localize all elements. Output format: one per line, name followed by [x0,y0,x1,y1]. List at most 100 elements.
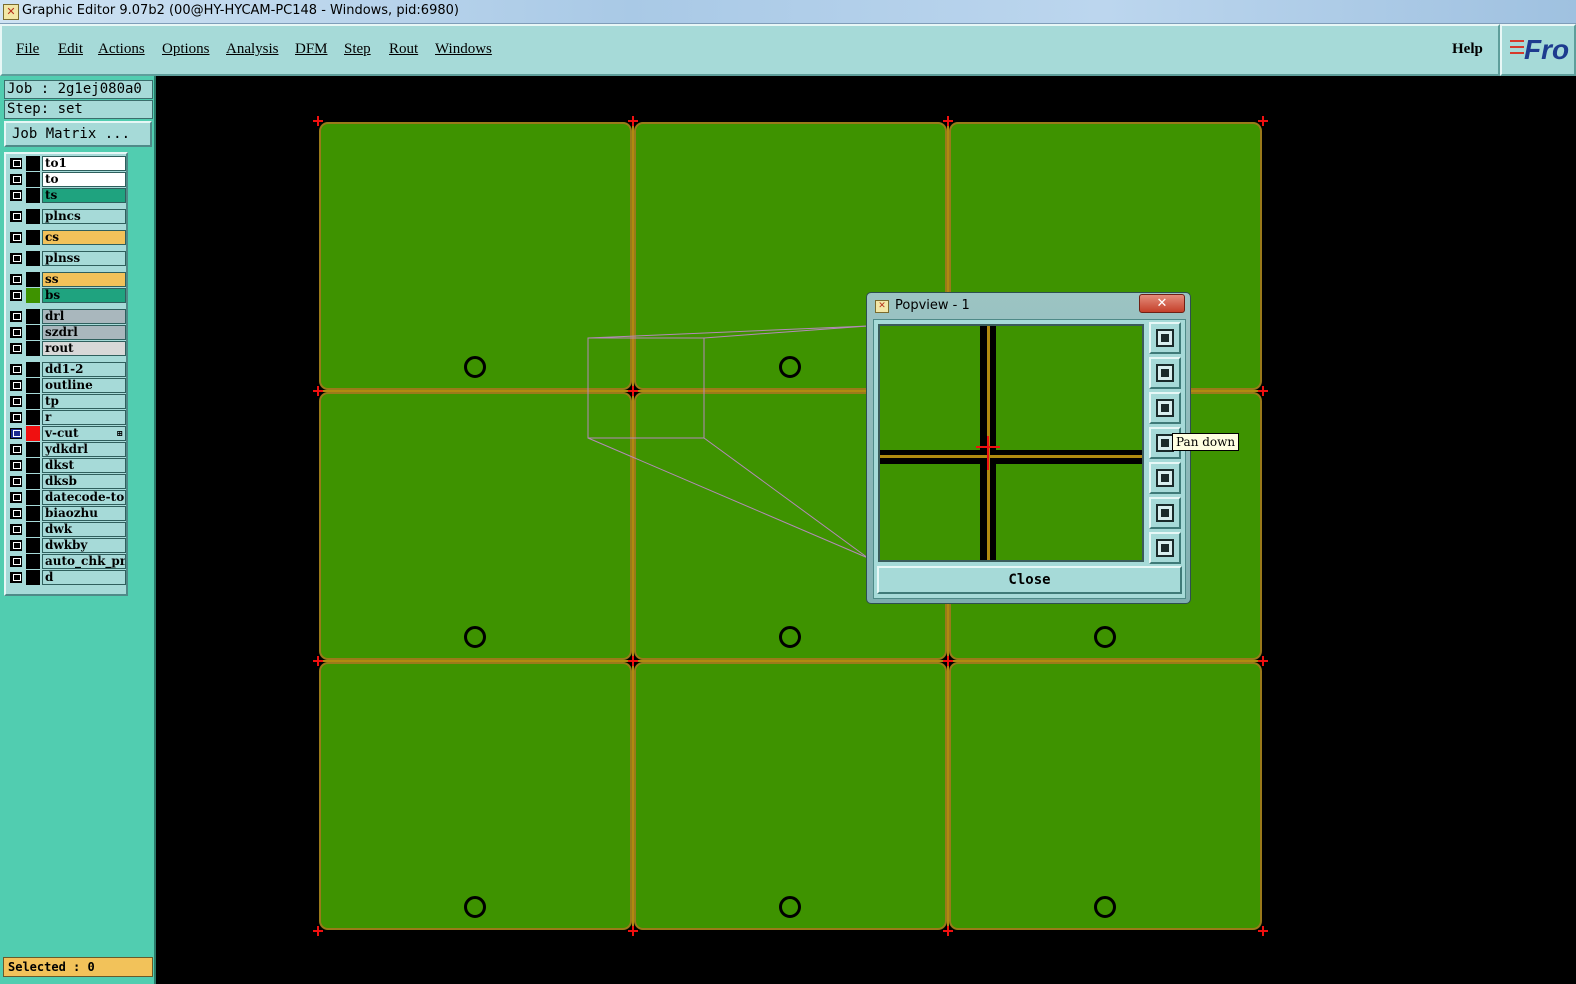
layer-row[interactable]: bs [8,288,126,303]
layer-affected-checkbox[interactable] [10,211,22,222]
layer-row[interactable]: d [8,570,126,585]
layer-color-swatch[interactable] [26,522,40,537]
layer-affected-checkbox[interactable] [10,158,22,169]
layer-name[interactable]: szdrl [42,325,126,340]
zoom-in-icon[interactable] [1149,497,1181,529]
layer-color-swatch[interactable] [26,209,40,224]
layer-name[interactable]: ydkdrl [42,442,126,457]
layer-color-swatch[interactable] [26,426,40,441]
layer-row[interactable]: drl [8,309,126,324]
popview-zoom-view[interactable] [878,324,1144,562]
layer-name[interactable]: auto_chk_pn [42,554,126,569]
layer-name[interactable]: biaozhu [42,506,126,521]
layer-name[interactable]: cs [42,230,126,245]
layer-row[interactable]: ts [8,188,126,203]
layer-affected-checkbox[interactable] [10,492,22,503]
layer-row[interactable]: plnss [8,251,126,266]
layer-name[interactable]: dwkby [42,538,126,553]
layer-row[interactable]: outline [8,378,126,393]
layer-color-swatch[interactable] [26,490,40,505]
layer-color-swatch[interactable] [26,506,40,521]
layer-name[interactable]: bs [42,288,126,303]
layer-color-swatch[interactable] [26,288,40,303]
layer-affected-checkbox[interactable] [10,364,22,375]
layer-row[interactable]: szdrl [8,325,126,340]
layer-name[interactable]: ts [42,188,126,203]
popview-close-button[interactable]: Close [877,566,1182,594]
menu-rout[interactable]: Rout [389,41,418,58]
layer-affected-checkbox[interactable] [10,343,22,354]
layer-row[interactable]: rout [8,341,126,356]
layer-affected-checkbox[interactable] [10,556,22,567]
menu-help[interactable]: Help [1452,41,1483,58]
layer-color-swatch[interactable] [26,394,40,409]
layer-row[interactable]: to1 [8,156,126,171]
pan-right-icon[interactable] [1149,462,1181,494]
layer-color-swatch[interactable] [26,538,40,553]
job-matrix-button[interactable]: Job Matrix ... [4,121,152,147]
layer-row[interactable]: r [8,410,126,425]
layer-name[interactable]: dksb [42,474,126,489]
layer-color-swatch[interactable] [26,554,40,569]
layer-name[interactable]: outline [42,378,126,393]
layer-color-swatch[interactable] [26,474,40,489]
menu-dfm[interactable]: DFM [295,41,328,58]
layer-affected-checkbox[interactable] [10,476,22,487]
layer-color-swatch[interactable] [26,378,40,393]
layer-row[interactable]: biaozhu [8,506,126,521]
layer-name[interactable]: dkst [42,458,126,473]
layer-name[interactable]: to [42,172,126,187]
layer-name[interactable]: plnss [42,251,126,266]
layer-row[interactable]: dwk [8,522,126,537]
layer-row[interactable]: auto_chk_pn [8,554,126,569]
layer-name[interactable]: tp [42,394,126,409]
menu-file[interactable]: File [16,41,39,58]
layer-name[interactable]: plncs [42,209,126,224]
layer-color-swatch[interactable] [26,325,40,340]
layer-color-swatch[interactable] [26,272,40,287]
layer-affected-checkbox[interactable] [10,311,22,322]
layer-row[interactable]: ss [8,272,126,287]
menu-options[interactable]: Options [162,41,210,58]
layer-row[interactable]: dkst [8,458,126,473]
layer-row[interactable]: v-cut ⊞ [8,426,126,441]
layer-row[interactable]: to [8,172,126,187]
popview-close-icon[interactable]: ✕ [1139,294,1185,313]
layer-affected-checkbox[interactable] [10,190,22,201]
menu-windows[interactable]: Windows [435,41,492,58]
layer-name[interactable]: drl [42,309,126,324]
layer-color-swatch[interactable] [26,341,40,356]
zoom-out-icon[interactable] [1149,532,1181,564]
layer-affected-checkbox[interactable] [10,508,22,519]
pan-up-icon[interactable] [1149,357,1181,389]
menu-edit[interactable]: Edit [58,41,83,58]
layer-color-swatch[interactable] [26,309,40,324]
menu-step[interactable]: Step [344,41,371,58]
layer-color-swatch[interactable] [26,156,40,171]
layer-color-swatch[interactable] [26,172,40,187]
layer-row[interactable]: plncs [8,209,126,224]
layer-row[interactable]: dwkby [8,538,126,553]
layer-name[interactable]: rout [42,341,126,356]
layer-name[interactable]: v-cut ⊞ [42,426,126,441]
layer-name[interactable]: to1 [42,156,126,171]
zoom-window-icon[interactable] [1149,322,1181,354]
layer-affected-checkbox[interactable] [10,572,22,583]
layer-color-swatch[interactable] [26,410,40,425]
layer-affected-checkbox[interactable] [10,380,22,391]
layer-row[interactable]: cs [8,230,126,245]
layer-affected-checkbox[interactable] [10,290,22,301]
layer-affected-checkbox[interactable] [10,274,22,285]
layer-affected-checkbox[interactable] [10,412,22,423]
layer-name[interactable]: r [42,410,126,425]
layer-name[interactable]: datecode-to [42,490,126,505]
layer-color-swatch[interactable] [26,442,40,457]
layer-row[interactable]: dksb [8,474,126,489]
layer-row[interactable]: tp [8,394,126,409]
menu-actions[interactable]: Actions [98,41,145,58]
layer-name[interactable]: dwk [42,522,126,537]
layer-list-scrollbar[interactable] [128,152,154,596]
layer-affected-checkbox[interactable] [10,460,22,471]
layer-name[interactable]: dd1-2 [42,362,126,377]
pan-down-icon[interactable] [1149,392,1181,424]
